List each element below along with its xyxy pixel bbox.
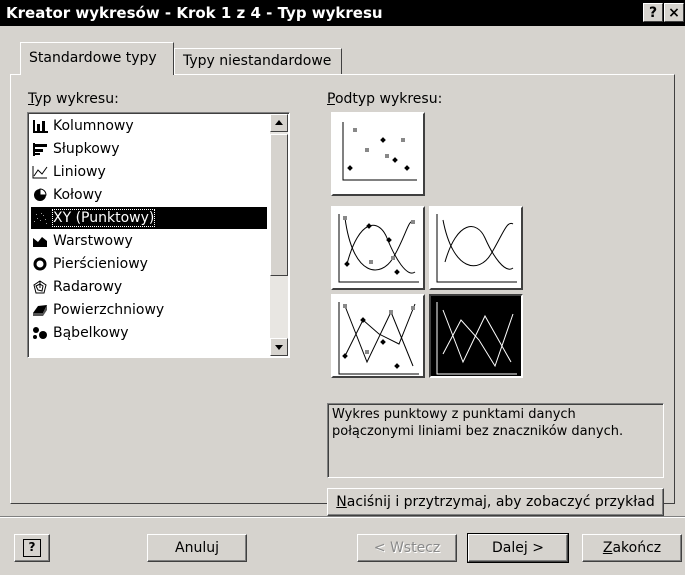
close-button[interactable]: × xyxy=(664,3,684,22)
footer-separator xyxy=(0,516,685,518)
area-chart-icon xyxy=(31,233,49,249)
list-item-line[interactable]: Liniowy xyxy=(31,161,267,183)
finish-button[interactable]: Zakończ xyxy=(582,534,682,562)
scroll-thumb[interactable] xyxy=(270,134,288,276)
xy-scatter-icon xyxy=(31,210,49,226)
scroll-down-button[interactable] xyxy=(270,338,288,356)
list-item-radar[interactable]: Radarowy xyxy=(31,276,267,298)
subtype-description: Wykres punktowy z punktami danych połącz… xyxy=(327,403,664,478)
next-button[interactable]: Dalej > xyxy=(467,533,569,563)
scatter-markers-icon xyxy=(342,122,417,181)
bar-chart-icon xyxy=(31,141,49,157)
tab-standard-types-label: Standardowe typy xyxy=(29,50,157,66)
column-chart-icon xyxy=(31,118,49,134)
back-button[interactable]: < Wstecz xyxy=(357,534,457,562)
title-bar: Kreator wykresów - Krok 1 z 4 - Typ wykr… xyxy=(0,0,685,26)
window-title: Kreator wykresów - Krok 1 z 4 - Typ wykr… xyxy=(6,4,383,22)
list-scrollbar[interactable] xyxy=(270,114,288,356)
tab-standard-types[interactable]: Standardowe typy xyxy=(20,42,174,75)
list-item-doughnut[interactable]: Pierścieniowy xyxy=(31,253,267,275)
surface-chart-icon xyxy=(31,302,49,318)
list-item-area[interactable]: Warstwowy xyxy=(31,230,267,252)
help-icon: ? xyxy=(23,539,41,557)
cancel-button[interactable]: Anuluj xyxy=(147,534,247,562)
tab-custom-types[interactable]: Typy niestandardowe xyxy=(174,48,342,74)
pie-chart-icon xyxy=(31,187,49,203)
preview-sample-button[interactable]: Naciśnij i przytrzymaj, aby zobaczyć prz… xyxy=(327,488,664,516)
help-button[interactable]: ? xyxy=(643,3,663,22)
list-item-bar[interactable]: Słupkowy xyxy=(31,138,267,160)
doughnut-chart-icon xyxy=(31,256,49,272)
line-chart-icon xyxy=(31,164,49,180)
subtype-straight-lines-markers[interactable] xyxy=(331,294,425,378)
radar-chart-icon xyxy=(31,279,49,295)
active-tab-join xyxy=(21,73,173,76)
straight-lines-markers-icon xyxy=(338,302,419,375)
subtype-smoothed-lines-markers[interactable] xyxy=(331,206,425,290)
straight-lines-icon xyxy=(436,302,517,375)
smoothed-lines-markers-icon xyxy=(338,214,419,283)
list-item-pie[interactable]: Kołowy xyxy=(31,184,267,206)
list-item-xy-scatter[interactable]: XY (Punktowy) xyxy=(31,207,267,229)
subtype-label: Podtyp wykresu: xyxy=(327,91,443,107)
list-item-surface[interactable]: Powierzchniowy xyxy=(31,299,267,321)
smoothed-lines-icon xyxy=(436,214,517,283)
subtype-scatter-markers[interactable] xyxy=(331,112,425,196)
bubble-chart-icon xyxy=(31,325,49,341)
office-assistant-button[interactable]: ? xyxy=(14,534,50,562)
list-item-bubble[interactable]: Bąbelkowy xyxy=(31,322,267,344)
tab-custom-types-label: Typy niestandardowe xyxy=(183,53,332,69)
subtype-straight-lines[interactable] xyxy=(429,294,523,378)
chart-type-list[interactable]: Kolumnowy Słupkowy Liniowy Kołowy XY (Pu… xyxy=(27,112,290,358)
list-item-column[interactable]: Kolumnowy xyxy=(31,115,267,137)
scroll-up-button[interactable] xyxy=(270,114,288,132)
chart-type-label: Typ wykresu: xyxy=(28,91,119,107)
subtype-smoothed-lines[interactable] xyxy=(429,206,523,290)
